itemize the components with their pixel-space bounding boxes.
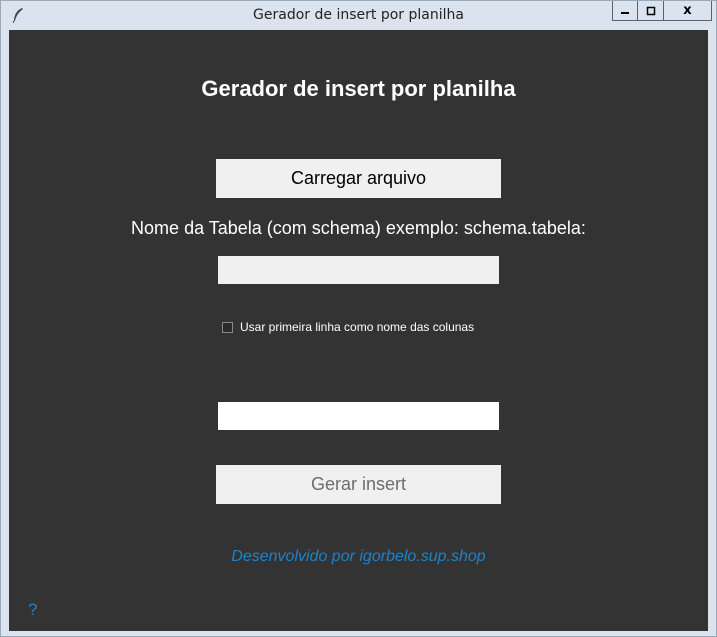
table-name-label: Nome da Tabela (com schema) exemplo: sch… [131, 218, 586, 238]
close-icon: x [683, 3, 692, 18]
first-row-header-label[interactable]: Usar primeira linha como nome das coluna… [240, 320, 474, 334]
table-name-input[interactable] [218, 256, 499, 284]
first-row-header-option[interactable]: Usar primeira linha como nome das coluna… [222, 320, 474, 334]
checkbox-unchecked-icon[interactable] [222, 321, 233, 333]
title-bar[interactable]: Gerador de insert por planilha x [1, 1, 716, 30]
help-icon[interactable]: ? [28, 600, 37, 620]
minimize-button[interactable] [612, 1, 638, 21]
load-file-button[interactable]: Carregar arquivo [216, 159, 501, 198]
maximize-button[interactable] [638, 1, 664, 21]
minimize-icon [621, 11, 629, 14]
window-controls: x [612, 1, 712, 22]
generate-insert-button[interactable]: Gerar insert [216, 465, 501, 504]
output-field[interactable] [218, 402, 499, 430]
main-panel: Gerador de insert por planilha Carregar … [9, 30, 708, 631]
app-window: Gerador de insert por planilha x Gerador… [0, 0, 717, 637]
page-title: Gerador de insert por planilha [201, 76, 516, 101]
close-button[interactable]: x [664, 1, 712, 21]
developer-link[interactable]: Desenvolvido por igorbelo.sup.shop [9, 548, 708, 566]
window-title: Gerador de insert por planilha [253, 7, 464, 23]
maximize-icon [646, 6, 655, 15]
